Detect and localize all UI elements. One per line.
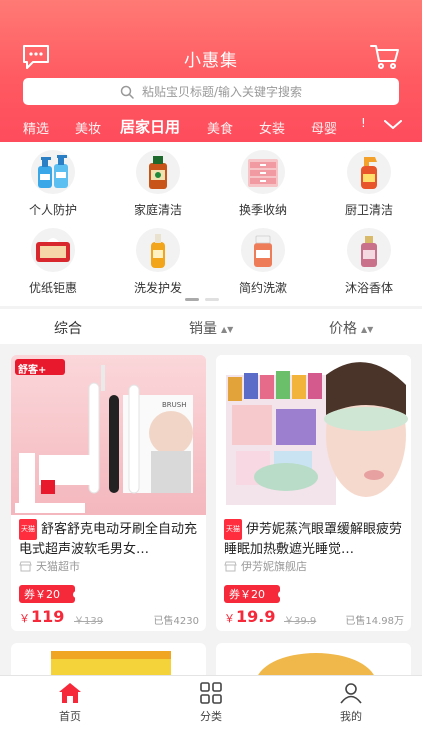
category-label: 简约洗漱 — [238, 281, 287, 295]
search-placeholder: 粘贴宝贝标题/输入关键字搜索 — [141, 85, 303, 99]
app-screen: 小惠集 粘贴宝贝标题/输入关键字搜索 精选 美妆 居家日用 美食 女装 母婴 ! — [0, 0, 422, 750]
tab-muying[interactable]: 母婴 — [311, 118, 337, 137]
price-row: ￥19.9 ￥39.9 已售14.98万 — [224, 607, 404, 627]
product-image — [11, 355, 206, 515]
sold-count: 已售14.98万 — [345, 616, 404, 627]
category-bath-fragrance[interactable]: 沐浴香体 — [316, 228, 422, 296]
page-title: 小惠集 — [184, 51, 238, 71]
nav-label: 首页 — [59, 710, 81, 723]
category-tabs: 精选 美妆 居家日用 美食 女装 母婴 ! — [0, 112, 422, 140]
search-bar[interactable]: 粘贴宝贝标题/输入关键字搜索 — [23, 78, 399, 105]
category-kitchen-bath-cleaning[interactable]: 厨卫清洁 — [316, 150, 422, 218]
sort-bar: 综合 销量 ▲▼ 价格 ▲▼ — [0, 309, 422, 344]
storage-drawer-icon — [241, 150, 285, 194]
tmall-badge: 天猫 — [224, 519, 242, 540]
shop-name-text: 伊芳妮旗舰店 — [241, 560, 307, 573]
body-mist-icon — [347, 228, 391, 272]
sort-arrows-icon: ▲▼ — [221, 325, 234, 334]
category-label: 换季收纳 — [238, 203, 287, 217]
category-label: 洗发护发 — [133, 281, 182, 295]
currency-symbol: ￥ — [19, 612, 30, 625]
product-image — [216, 355, 411, 515]
tab-meizhuang[interactable]: 美妆 — [75, 118, 101, 137]
nav-profile[interactable]: 我的 — [311, 682, 391, 724]
coupon-badge: 券￥20 — [224, 585, 285, 603]
category-label: 个人防护 — [28, 203, 77, 217]
hand-sanitizer-icon — [31, 150, 75, 194]
shop-name: 伊芳妮旗舰店 — [224, 558, 307, 574]
product-title: 天猫 舒客舒克电动牙刷全自动充电式超声波软毛男女… — [19, 519, 199, 559]
currency-symbol: ￥ — [224, 612, 235, 625]
original-price: ￥39.9 — [284, 616, 317, 627]
sold-count: 已售4230 — [153, 616, 199, 627]
bottom-nav: 首页 分类 我的 — [0, 675, 422, 750]
price-value: 119 — [31, 607, 65, 626]
sort-sales-label: 销量 — [189, 321, 217, 337]
category-label: 厨卫清洁 — [344, 203, 393, 217]
page-dot-active — [185, 298, 199, 301]
price-row: ￥119 ￥139 已售4230 — [19, 607, 199, 627]
category-paper-deals[interactable]: 优纸钜惠 — [0, 228, 106, 296]
category-personal-protection[interactable]: 个人防护 — [0, 150, 106, 218]
store-icon — [224, 561, 237, 571]
category-home-cleaning[interactable]: 家庭清洁 — [105, 150, 211, 218]
product-title-text: 舒客舒克电动牙刷全自动充电式超声波软毛男女… — [19, 522, 198, 557]
nav-category[interactable]: 分类 — [171, 682, 251, 724]
original-price: ￥139 — [74, 616, 104, 627]
price: ￥119 — [19, 607, 64, 626]
brand-logo: 舒客+ — [18, 365, 47, 376]
category-simple-wash[interactable]: 简约洗漱 — [210, 228, 316, 296]
category-grid: 个人防护 家庭清洁 换季收纳 厨卫清洁 优纸钜惠 洗发护发 简约洗漱 沐浴香体 — [0, 142, 422, 306]
mouthwash-icon — [241, 228, 285, 272]
tab-meishi[interactable]: 美食 — [207, 118, 233, 137]
sort-arrows-icon: ▲▼ — [361, 325, 374, 334]
product-title-text: 伊芳妮蒸汽眼罩缓解眼疲劳睡眠加热敷遮光睡觉… — [224, 522, 403, 557]
category-seasonal-storage[interactable]: 换季收纳 — [210, 150, 316, 218]
shop-name-text: 天猫超市 — [36, 560, 80, 573]
sort-price-label: 价格 — [329, 321, 357, 337]
product-title: 天猫 伊芳妮蒸汽眼罩缓解眼疲劳睡眠加热敷遮光睡觉… — [224, 519, 404, 559]
product-card[interactable]: 天猫 伊芳妮蒸汽眼罩缓解眼疲劳睡眠加热敷遮光睡觉… 伊芳妮旗舰店 券￥20 ￥19… — [216, 355, 411, 631]
store-icon — [19, 561, 32, 571]
tissue-paper-icon — [31, 228, 75, 272]
price-value: 19.9 — [236, 607, 276, 626]
sort-sales[interactable]: 销量 ▲▼ — [189, 318, 233, 338]
tab-overflow: ! — [361, 116, 366, 130]
image-caption: BRUSH — [162, 401, 187, 409]
nav-home[interactable]: 首页 — [30, 682, 110, 724]
home-icon — [59, 683, 81, 703]
category-label: 沐浴香体 — [344, 281, 393, 295]
shop-name: 天猫超市 — [19, 558, 80, 574]
page-indicator — [185, 298, 219, 301]
user-icon — [340, 683, 362, 704]
category-label: 优纸钜惠 — [28, 281, 77, 295]
sort-overall[interactable]: 综合 — [54, 318, 82, 338]
category-hair-care[interactable]: 洗发护发 — [105, 228, 211, 296]
grid-icon — [200, 682, 222, 704]
chevron-down-icon[interactable] — [384, 120, 402, 130]
sort-price[interactable]: 价格 ▲▼ — [329, 318, 373, 338]
tab-nvzhuang[interactable]: 女装 — [259, 118, 285, 137]
tab-jingxuan[interactable]: 精选 — [23, 118, 49, 137]
category-label: 家庭清洁 — [133, 203, 182, 217]
nav-label: 分类 — [200, 710, 222, 723]
shampoo-icon — [136, 228, 180, 272]
disinfectant-bottle-icon — [136, 150, 180, 194]
cart-icon[interactable] — [370, 44, 400, 70]
header: 小惠集 粘贴宝贝标题/输入关键字搜索 精选 美妆 居家日用 美食 女装 母婴 ! — [0, 0, 422, 142]
tab-jujia-riyong[interactable]: 居家日用 — [120, 116, 180, 137]
tmall-badge: 天猫 — [19, 519, 37, 540]
search-icon — [120, 85, 134, 99]
coupon-badge: 券￥20 — [19, 585, 80, 603]
page-dot — [205, 298, 219, 301]
spray-cleaner-icon — [347, 150, 391, 194]
price: ￥19.9 — [224, 607, 275, 626]
nav-label: 我的 — [340, 710, 362, 723]
product-card[interactable]: 舒客+ BRUSH 天猫 舒客舒克电动牙刷全自动充电式超声波软毛男女… 天猫超市 … — [11, 355, 206, 631]
